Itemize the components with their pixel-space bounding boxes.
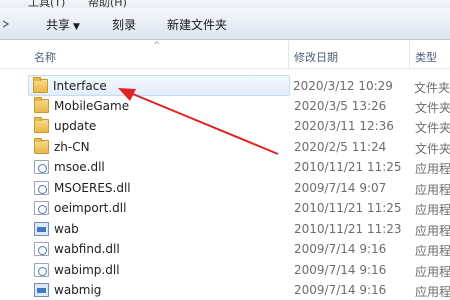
file-type: 应用程序 (415, 182, 450, 197)
dll-icon (34, 262, 49, 277)
dll-icon (34, 201, 49, 215)
file-type: 应用程序 (415, 162, 450, 176)
file-name: MSOERES.dll (54, 180, 131, 195)
folder-icon (34, 137, 49, 154)
file-modified-date: 2009/7/14 9:16 (294, 242, 387, 256)
navigation-pane-edge (0, 69, 30, 300)
file-type: 文件夹 (415, 141, 450, 156)
file-row[interactable]: wabimp.dll 2009/7/14 9:16 应用程序 (30, 260, 450, 281)
file-row[interactable]: update 2020/3/11 12:36 文件夹 (30, 116, 450, 137)
file-modified-date: 2010/11/21 11:25 (294, 160, 402, 174)
file-modified-date: 2010/11/21 11:23 (294, 221, 402, 236)
file-name: wabimp.dll (54, 262, 120, 277)
file-row[interactable]: zh-CN 2020/2/5 11:24 文件夹 (30, 137, 450, 158)
file-row[interactable]: oeimport.dll 2010/11/21 11:25 应用程序 (30, 198, 450, 219)
burn-button[interactable]: 刻录 (112, 16, 136, 33)
exe-icon (34, 283, 49, 297)
file-list: Interface 2020/3/12 10:29 文件夹 MobileGame 202… (28, 75, 450, 300)
share-button[interactable]: 共享 ▼ (46, 16, 80, 33)
file-name: wabfind.dll (54, 242, 120, 256)
column-divider[interactable] (409, 41, 410, 69)
file-type: 应用程序 (415, 244, 450, 258)
toolbar-overflow-icon[interactable] (0, 14, 12, 34)
dll-icon (34, 160, 49, 174)
chevron-down-icon: ▼ (73, 22, 80, 32)
file-type: 应用程序 (415, 203, 450, 217)
file-modified-date: 2020/3/5 13:26 (294, 98, 387, 113)
file-name: wabmig (54, 283, 102, 297)
menu-item-tools[interactable]: 工具(T) (28, 0, 65, 8)
file-type: 应用程序 (415, 223, 450, 238)
column-header-row: ^ 名称 修改日期 类型 (0, 41, 450, 69)
file-type: 应用程序 (415, 285, 450, 299)
file-row[interactable]: Interface 2020/3/12 10:29 文件夹 (28, 75, 450, 96)
command-toolbar: 共享 ▼ 刻录 新建文件夹 (0, 8, 450, 40)
file-name: wab (54, 221, 79, 236)
file-row[interactable]: msoe.dll 2010/11/21 11:25 应用程序 (30, 157, 450, 178)
file-modified-date: 2020/3/12 10:29 (293, 79, 393, 93)
folder-icon (34, 96, 49, 113)
file-modified-date: 2020/3/11 12:36 (294, 119, 394, 133)
column-divider[interactable] (288, 41, 289, 69)
file-name: msoe.dll (54, 160, 105, 174)
file-modified-date: 2010/11/21 11:25 (294, 201, 402, 215)
menu-item-help[interactable]: 帮助(H) (88, 0, 127, 8)
file-name: oeimport.dll (54, 201, 127, 215)
menu-bar: 工具(T) 帮助(H) (0, 0, 450, 8)
file-modified-date: 2020/2/5 11:24 (294, 139, 387, 154)
file-row[interactable]: MSOERES.dll 2009/7/14 9:07 应用程序 (30, 178, 450, 199)
folder-icon (33, 77, 48, 93)
file-row[interactable]: MobileGame 2020/3/5 13:26 文件夹 (30, 96, 450, 117)
file-row[interactable]: wab 2010/11/21 11:23 应用程序 (30, 219, 450, 240)
file-name: Interface (53, 79, 107, 93)
file-type: 文件夹 (414, 81, 450, 95)
new-folder-label: 新建文件夹 (167, 18, 228, 32)
file-type: 应用程序 (415, 264, 450, 279)
file-type: 文件夹 (415, 100, 450, 115)
column-header-name[interactable]: 名称 (34, 49, 56, 65)
dll-icon (34, 180, 49, 195)
exe-icon (34, 221, 49, 236)
file-modified-date: 2009/7/14 9:16 (294, 262, 387, 277)
dll-icon (34, 242, 49, 256)
sort-ascending-icon: ^ (153, 41, 161, 51)
file-name: MobileGame (54, 98, 130, 113)
share-label: 共享 (46, 18, 71, 32)
file-row[interactable]: wabmig 2009/7/14 9:16 应用程序 (30, 280, 450, 300)
file-name: zh-CN (54, 139, 90, 154)
column-header-type[interactable]: 类型 (415, 49, 437, 65)
file-row[interactable]: wabfind.dll 2009/7/14 9:16 应用程序 (30, 239, 450, 260)
burn-label: 刻录 (112, 18, 137, 32)
file-modified-date: 2009/7/14 9:16 (294, 283, 387, 297)
column-header-date[interactable]: 修改日期 (294, 49, 338, 65)
new-folder-button[interactable]: 新建文件夹 (167, 16, 227, 33)
folder-icon (34, 117, 49, 133)
file-modified-date: 2009/7/14 9:07 (294, 180, 387, 195)
file-name: update (54, 119, 97, 133)
file-type: 文件夹 (415, 121, 450, 135)
